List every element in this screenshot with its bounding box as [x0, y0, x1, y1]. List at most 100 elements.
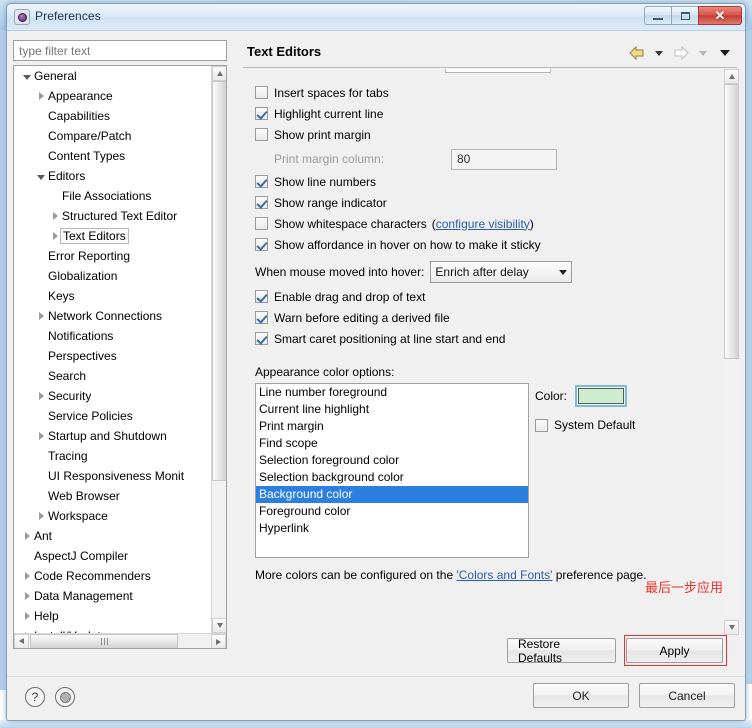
settings-vertical-scroll-thumb[interactable]	[724, 84, 739, 359]
checkbox-system-default[interactable]: System Default	[535, 414, 725, 436]
checkbox-show-range-indicator[interactable]: Show range indicator	[255, 192, 715, 213]
checkbox-show-print-margin[interactable]: Show print margin	[255, 124, 715, 145]
sidebar-item-text-editors[interactable]: Text Editors	[14, 226, 212, 246]
back-dropdown-icon[interactable]	[649, 43, 669, 63]
sidebar-item-security[interactable]: Security	[14, 386, 212, 406]
checkbox-show-whitespace-characters[interactable]: Show whitespace characters ( configure v…	[255, 213, 715, 234]
back-arrow-icon[interactable]	[627, 43, 647, 63]
list-item[interactable]: Foreground color	[256, 503, 528, 520]
settings-gear-icon[interactable]	[55, 687, 75, 707]
checkbox-box[interactable]	[255, 196, 268, 209]
chevron-right-icon[interactable]	[20, 606, 34, 626]
close-icon[interactable]: ✕	[698, 6, 742, 25]
sidebar-item-capabilities[interactable]: Capabilities	[14, 106, 212, 126]
maximize-icon[interactable]	[671, 6, 698, 25]
sidebar-item-service-policies[interactable]: Service Policies	[14, 406, 212, 426]
tree-scroll-right-button[interactable]	[211, 634, 226, 648]
list-item[interactable]: Find scope	[256, 435, 528, 452]
sidebar-item-keys[interactable]: Keys	[14, 286, 212, 306]
checkbox-box[interactable]	[255, 107, 268, 120]
sidebar-item-startup-and-shutdown[interactable]: Startup and Shutdown	[14, 426, 212, 446]
sidebar-item-web-browser[interactable]: Web Browser	[14, 486, 212, 506]
chevron-right-icon[interactable]	[34, 426, 48, 446]
chevron-right-icon[interactable]	[48, 206, 62, 226]
chevron-right-icon[interactable]	[20, 586, 34, 606]
list-item[interactable]: Background color	[256, 486, 528, 503]
settings-vertical-scrollbar[interactable]	[724, 69, 739, 635]
chevron-down-icon[interactable]	[34, 166, 48, 186]
list-item[interactable]: Current line highlight	[256, 401, 528, 418]
sidebar-item-help[interactable]: Help	[14, 606, 212, 626]
sidebar-item-file-associations[interactable]: File Associations	[14, 186, 212, 206]
restore-defaults-button[interactable]: Restore Defaults	[507, 637, 616, 665]
sidebar-item-code-recommenders[interactable]: Code Recommenders	[14, 566, 212, 586]
sidebar-item-ui-responsiveness-monit[interactable]: UI Responsiveness Monit	[14, 466, 212, 486]
checkbox-box[interactable]	[255, 175, 268, 188]
sidebar-item-aspectj-compiler[interactable]: AspectJ Compiler	[14, 546, 212, 566]
tree-vertical-scroll-thumb[interactable]	[212, 81, 226, 481]
minimize-icon[interactable]	[644, 6, 671, 25]
chevron-right-icon[interactable]	[34, 506, 48, 526]
color-swatch-button[interactable]	[575, 385, 628, 407]
colors-and-fonts-link[interactable]: 'Colors and Fonts'	[456, 568, 552, 582]
chevron-right-icon[interactable]	[34, 306, 48, 326]
sidebar-item-notifications[interactable]: Notifications	[14, 326, 212, 346]
checkbox-highlight-current-line[interactable]: Highlight current line	[255, 103, 715, 124]
checkbox-warn-before-editing-derived[interactable]: Warn before editing a derived file	[255, 307, 715, 328]
ok-button[interactable]: OK	[533, 683, 629, 708]
sidebar-item-data-management[interactable]: Data Management	[14, 586, 212, 606]
settings-scroll-up-button[interactable]	[724, 69, 739, 84]
preferences-tree[interactable]: General Appearance Capabilities Compare/Pat…	[13, 65, 227, 649]
chevron-down-icon[interactable]	[20, 66, 34, 86]
checkbox-box[interactable]	[255, 86, 268, 99]
search-input[interactable]	[13, 40, 227, 61]
sidebar-item-install-update[interactable]: Install/Update	[14, 626, 212, 633]
checkbox-box[interactable]	[255, 290, 268, 303]
sidebar-item-ant[interactable]: Ant	[14, 526, 212, 546]
list-item[interactable]: Selection background color	[256, 469, 528, 486]
sidebar-item-error-reporting[interactable]: Error Reporting	[14, 246, 212, 266]
help-icon[interactable]: ?	[25, 687, 45, 707]
hover-mode-select[interactable]: Enrich after delay	[430, 261, 573, 283]
sidebar-item-content-types[interactable]: Content Types	[14, 146, 212, 166]
checkbox-box[interactable]	[535, 418, 548, 432]
settings-scroll-down-button[interactable]	[724, 620, 739, 635]
checkbox-insert-spaces-for-tabs[interactable]: Insert spaces for tabs	[255, 82, 715, 103]
checkbox-box[interactable]	[255, 128, 268, 141]
appearance-color-options-list[interactable]: Line number foreground Current line highl…	[255, 383, 529, 558]
tree-scroll-up-button[interactable]	[212, 66, 226, 81]
sidebar-item-compare-patch[interactable]: Compare/Patch	[14, 126, 212, 146]
checkbox-show-affordance-in-hover[interactable]: Show affordance in hover on how to make …	[255, 234, 715, 255]
tree-horizontal-scroll-thumb[interactable]	[30, 634, 178, 648]
tree-scroll-left-button[interactable]	[14, 633, 29, 648]
tree-horizontal-scrollbar[interactable]	[14, 633, 226, 648]
sidebar-item-search[interactable]: Search	[14, 366, 212, 386]
apply-button[interactable]: Apply	[626, 638, 723, 663]
list-item[interactable]: Line number foreground	[256, 384, 528, 401]
sidebar-item-general[interactable]: General	[14, 66, 212, 86]
sidebar-item-workspace[interactable]: Workspace	[14, 506, 212, 526]
chevron-right-icon[interactable]	[20, 526, 34, 546]
checkbox-show-line-numbers[interactable]: Show line numbers	[255, 171, 715, 192]
view-menu-icon[interactable]	[715, 43, 735, 63]
sidebar-item-network-connections[interactable]: Network Connections	[14, 306, 212, 326]
list-item[interactable]: Print margin	[256, 418, 528, 435]
checkbox-box[interactable]	[255, 332, 268, 345]
displayed-tab-width-input[interactable]: 4	[445, 69, 551, 73]
cancel-button[interactable]: Cancel	[639, 683, 735, 708]
checkbox-box[interactable]	[255, 311, 268, 324]
list-item[interactable]: Hyperlink	[256, 520, 528, 537]
checkbox-smart-caret-positioning[interactable]: Smart caret positioning at line start an…	[255, 328, 715, 349]
sidebar-item-structured-text-editor[interactable]: Structured Text Editor	[14, 206, 212, 226]
sidebar-item-tracing[interactable]: Tracing	[14, 446, 212, 466]
chevron-right-icon[interactable]	[20, 626, 34, 633]
chevron-right-icon[interactable]	[20, 566, 34, 586]
chevron-right-icon[interactable]	[34, 86, 48, 106]
sidebar-item-globalization[interactable]: Globalization	[14, 266, 212, 286]
checkbox-enable-drag-and-drop[interactable]: Enable drag and drop of text	[255, 286, 715, 307]
sidebar-item-appearance[interactable]: Appearance	[14, 86, 212, 106]
checkbox-box[interactable]	[255, 217, 268, 230]
tree-scroll-down-button[interactable]	[212, 618, 226, 633]
tree-vertical-scrollbar[interactable]	[211, 66, 226, 633]
configure-visibility-link[interactable]: configure visibility	[436, 217, 530, 231]
